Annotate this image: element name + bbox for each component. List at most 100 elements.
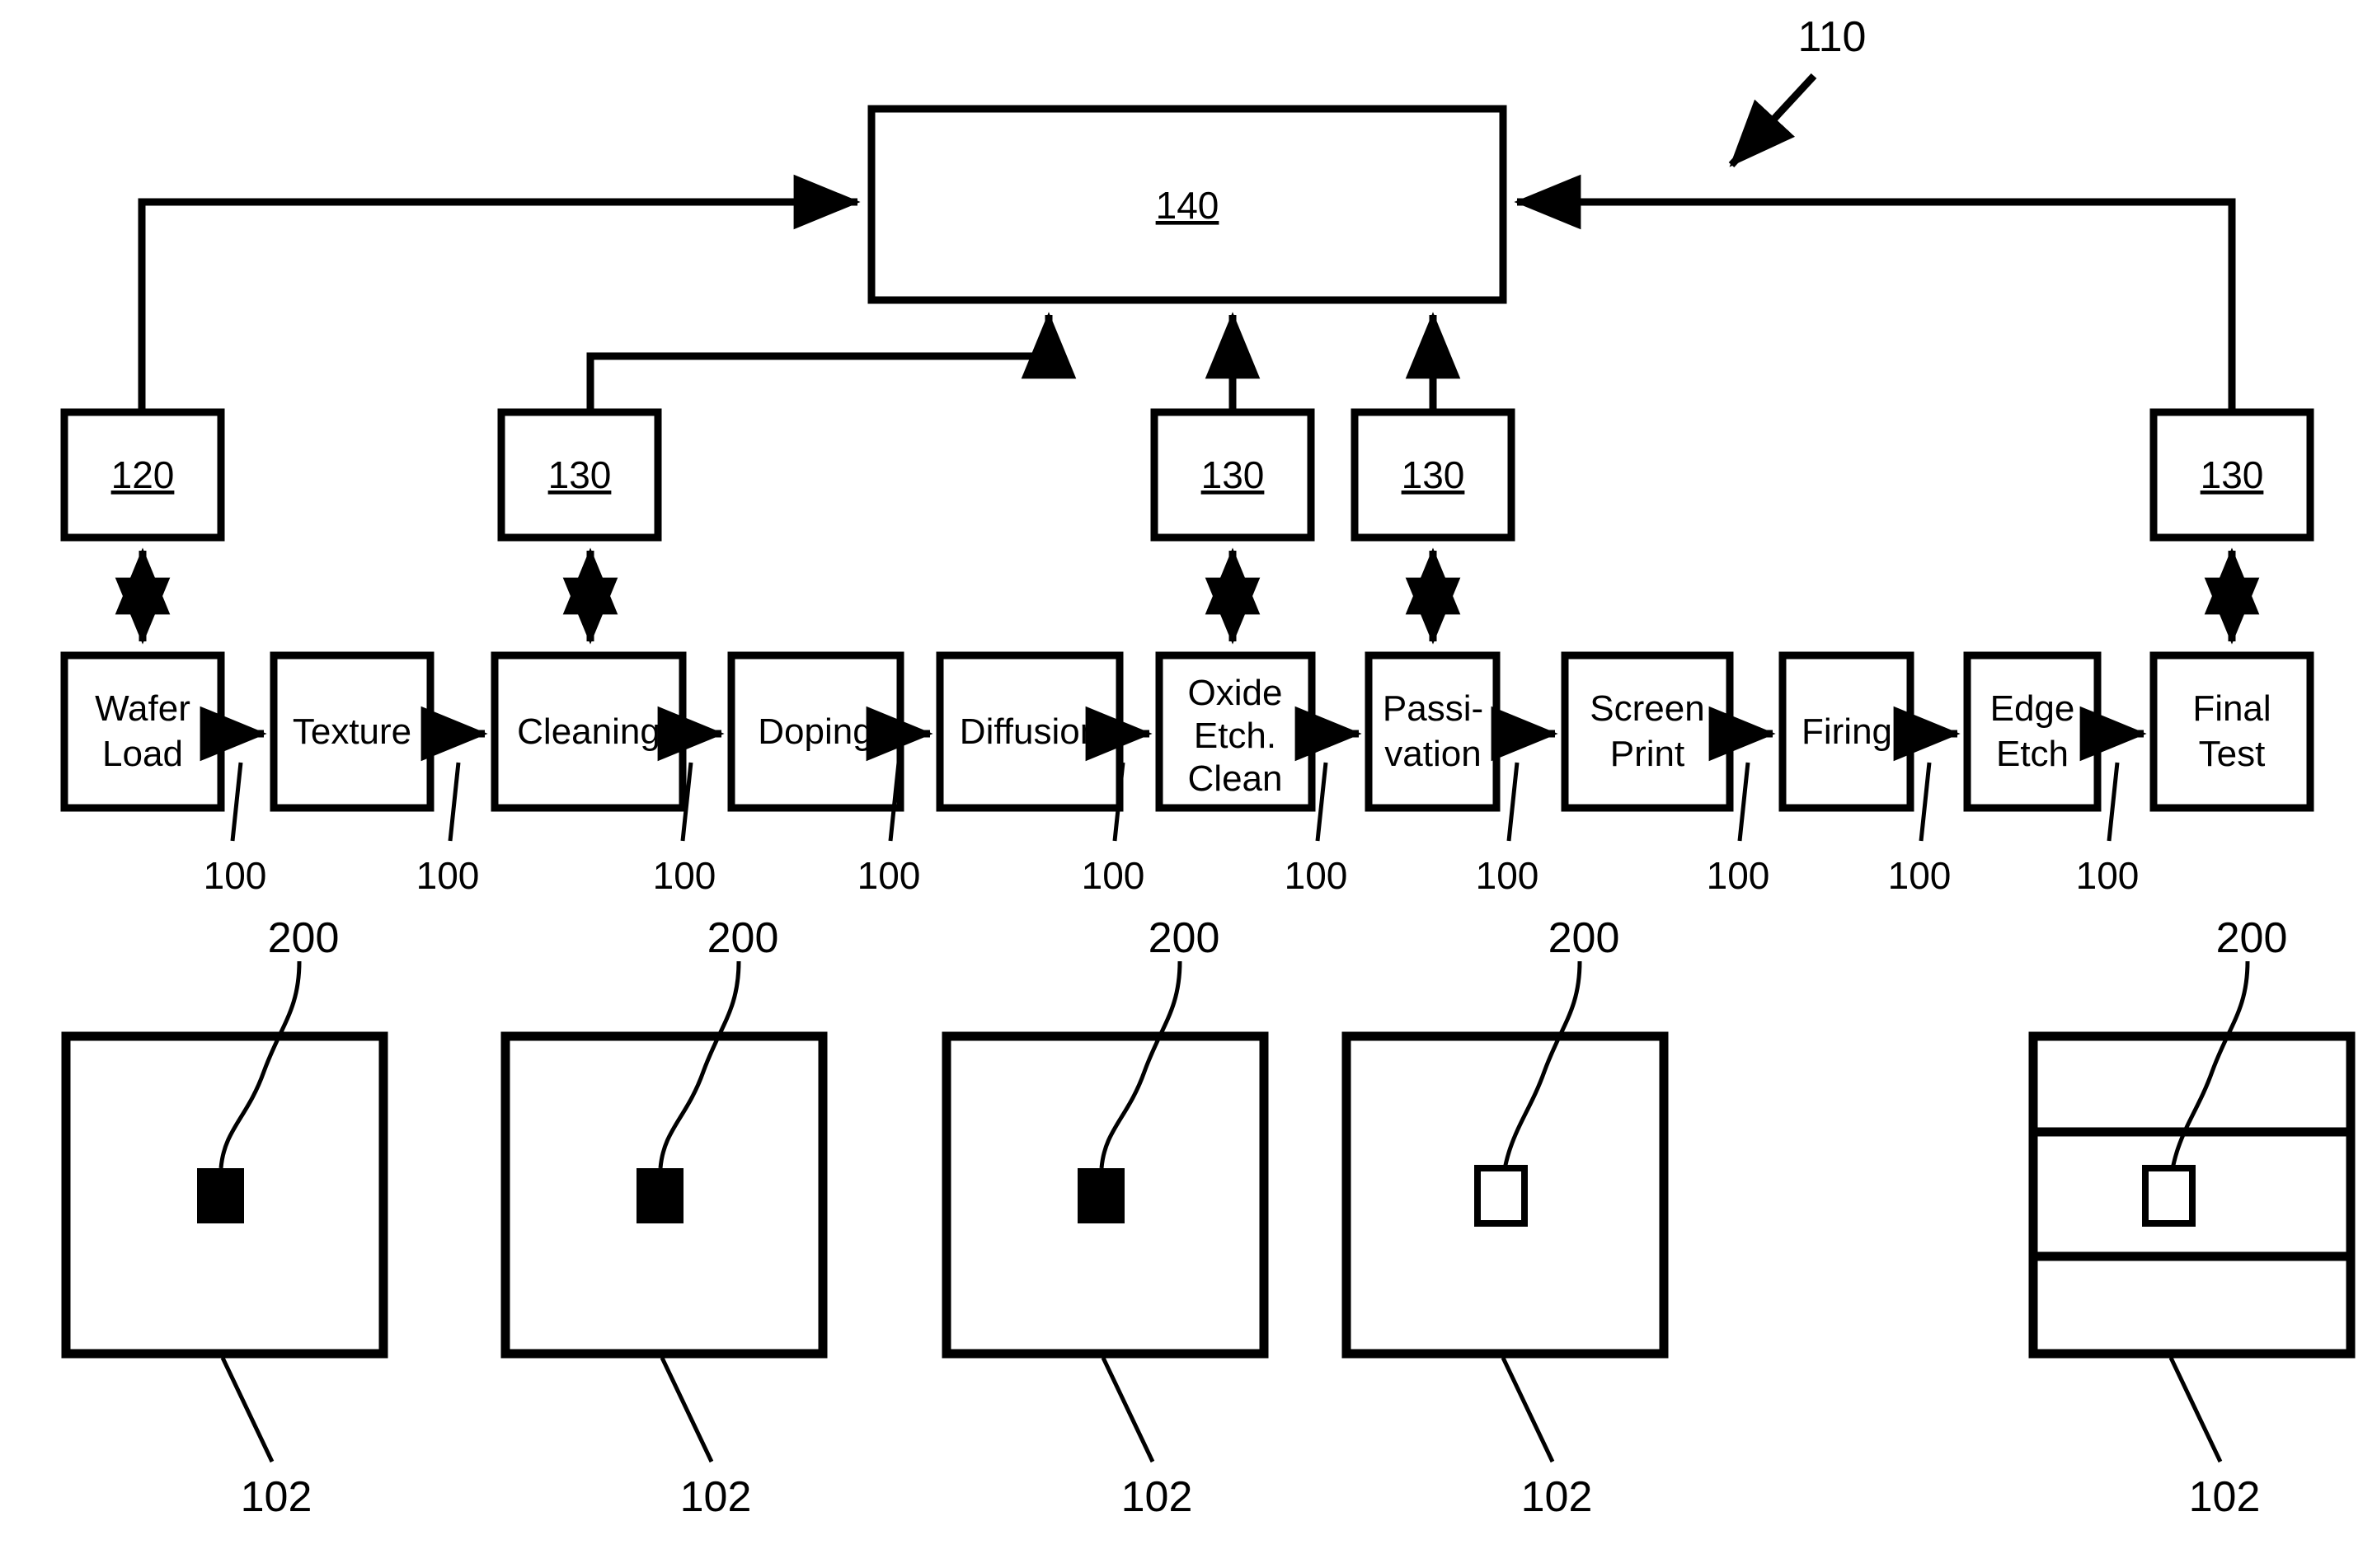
tool-box-120[interactable]: 120	[60, 408, 225, 542]
step-link-label-8: 100	[1707, 762, 1770, 897]
wafer-2-marker[interactable]	[637, 1168, 684, 1223]
step-link-text-10: 100	[2076, 854, 2140, 897]
process-box-cleaning-line1: Cleaning	[517, 711, 660, 752]
process-box-oxide-line1: Oxide	[1188, 673, 1283, 713]
wafer-3-body-label: 102	[1121, 1473, 1193, 1521]
wafer-5-body-leader	[2168, 1356, 2223, 1463]
step-link-leader-10	[2107, 762, 2120, 842]
wafer-3-marker-label: 200	[1149, 914, 1220, 962]
process-box-firing-line1: Firing	[1802, 711, 1892, 752]
step-link-label-2: 100	[416, 762, 480, 897]
process-box-edge-etch-rect[interactable]	[1963, 651, 2102, 812]
process-box-diffusion[interactable]: Diffusion	[936, 651, 1124, 812]
step-link-text-1: 100	[204, 854, 267, 897]
step-link-label-7: 100	[1476, 762, 1539, 897]
wafer-illustration-2[interactable]: 200 102	[500, 914, 828, 1521]
step-link-leader-9	[1919, 762, 1932, 842]
step-link-label-9: 100	[1888, 762, 1952, 897]
wafer-2-marker-label: 200	[707, 914, 779, 962]
process-box-final-test-rect[interactable]	[2149, 651, 2314, 812]
step-link-text-8: 100	[1707, 854, 1770, 897]
process-box-passivation-line1: Passi-	[1383, 688, 1483, 729]
process-box-wafer-load-line1: Wafer	[95, 688, 190, 729]
wafer-illustration-1[interactable]: 200 102	[61, 914, 388, 1521]
process-box-wafer-load[interactable]: Wafer Load	[60, 651, 225, 812]
wafer-5-body-label: 102	[2189, 1473, 2261, 1521]
connector-tool130-cleaning-to-controller	[586, 312, 1077, 412]
process-box-screen-print-line1: Screen	[1590, 688, 1704, 729]
process-box-wafer-load-rect[interactable]	[60, 651, 225, 812]
wafer-1-body-leader	[220, 1356, 275, 1463]
wafer-3-body-leader	[1101, 1356, 1155, 1463]
wafer-illustration-5[interactable]: 200 102	[2028, 914, 2356, 1521]
process-box-edge-etch[interactable]: Edge Etch	[1963, 651, 2102, 812]
process-box-screen-print[interactable]: Screen Print	[1561, 651, 1734, 812]
process-box-passivation-rect[interactable]	[1365, 651, 1501, 812]
step-link-text-6: 100	[1285, 854, 1348, 897]
wafer-illustration-4[interactable]: 200 102	[1341, 914, 1669, 1521]
step-link-leader-6	[1315, 762, 1328, 842]
tool-box-130-finaltest[interactable]: 130	[2149, 408, 2314, 542]
process-box-screen-print-rect[interactable]	[1561, 651, 1734, 812]
step-link-label-6: 100	[1285, 762, 1348, 897]
process-box-edge-etch-line1: Edge	[1990, 688, 2075, 729]
step-link-text-5: 100	[1082, 854, 1145, 897]
wafer-1-marker[interactable]	[197, 1168, 244, 1223]
wafer-3-marker[interactable]	[1078, 1168, 1125, 1223]
process-box-doping-line1: Doping	[758, 711, 872, 752]
wafer-5-marker-label: 200	[2216, 914, 2288, 962]
step-link-leader-2	[448, 762, 461, 842]
step-link-leader-8	[1737, 762, 1750, 842]
tool-box-130-passivation-label: 130	[1402, 453, 1465, 496]
tool-box-130-cleaning[interactable]: 130	[497, 408, 662, 542]
step-link-text-7: 100	[1476, 854, 1539, 897]
wafer-4-marker-label: 200	[1548, 914, 1620, 962]
step-link-text-2: 100	[416, 854, 480, 897]
process-box-cleaning[interactable]: Cleaning	[491, 651, 687, 812]
process-box-oxide-etch-clean[interactable]: Oxide Etch. Clean	[1155, 651, 1316, 812]
process-box-passivation-line2: vation	[1384, 734, 1481, 774]
patent-figure-canvas: 110 140 120 130 130 130 130 Wafer Load T…	[0, 0, 2377, 1568]
process-box-screen-print-line2: Print	[1610, 734, 1684, 774]
process-box-oxide-line3: Clean	[1188, 758, 1283, 799]
process-box-final-test-line2: Test	[2199, 734, 2266, 774]
wafer-2-body-label: 102	[680, 1473, 752, 1521]
tool-box-130-finaltest-label: 130	[2201, 453, 2264, 496]
wafer-1-marker-label: 200	[268, 914, 340, 962]
wafer-5-marker[interactable]	[2142, 1165, 2196, 1227]
process-box-edge-etch-line2: Etch	[1996, 734, 2069, 774]
tool-box-130-cleaning-label: 130	[548, 453, 612, 496]
process-box-firing[interactable]: Firing	[1778, 651, 1914, 812]
process-flow-diagram: 110 140 120 130 130 130 130 Wafer Load T…	[60, 13, 2356, 1521]
step-link-label-10: 100	[2076, 762, 2140, 897]
process-box-doping[interactable]: Doping	[727, 651, 904, 812]
step-link-text-4: 100	[857, 854, 921, 897]
step-link-label-5: 100	[1082, 762, 1145, 897]
wafer-2-body-leader	[660, 1356, 714, 1463]
process-box-passivation[interactable]: Passi- vation	[1365, 651, 1501, 812]
process-box-texture-line1: Texture	[293, 711, 411, 752]
wafer-illustration-3[interactable]: 200 102	[942, 914, 1269, 1521]
wafer-4-marker[interactable]	[1474, 1165, 1528, 1227]
tool-box-130-oxide[interactable]: 130	[1150, 408, 1315, 542]
step-link-label-1: 100	[204, 762, 267, 897]
step-link-text-9: 100	[1888, 854, 1952, 897]
step-link-leader-1	[230, 762, 243, 842]
tool-box-120-label: 120	[111, 453, 175, 496]
wafer-4-body-leader	[1501, 1356, 1555, 1463]
process-box-final-test-line1: Final	[2192, 688, 2271, 729]
wafer-4-body-label: 102	[1521, 1473, 1593, 1521]
process-box-final-test[interactable]: Final Test	[2149, 651, 2314, 812]
step-link-text-3: 100	[653, 854, 716, 897]
system-reference-110: 110	[1728, 13, 1867, 168]
process-box-texture[interactable]: Texture	[270, 651, 435, 812]
system-ref-label: 110	[1798, 13, 1867, 61]
connector-tool130-finaltest-to-controller	[1514, 174, 2236, 412]
system-ref-arrow	[1728, 73, 1817, 168]
controller-box-140[interactable]: 140	[867, 105, 1507, 304]
tool-box-130-passivation[interactable]: 130	[1351, 408, 1515, 542]
step-link-leader-7	[1506, 762, 1520, 842]
process-box-diffusion-line1: Diffusion	[960, 711, 1100, 752]
tool-box-130-oxide-label: 130	[1201, 453, 1265, 496]
process-box-wafer-load-line2: Load	[102, 734, 183, 774]
